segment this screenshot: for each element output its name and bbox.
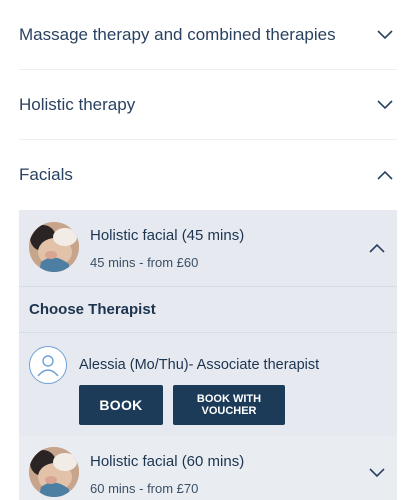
chevron-down-icon xyxy=(375,25,395,45)
service-holistic-facial-45[interactable]: Holistic facial (45 mins) 45 mins - from… xyxy=(19,210,397,287)
chevron-down-icon[interactable] xyxy=(367,463,387,483)
therapist-name: Alessia (Mo/Thu)- Associate therapist xyxy=(79,357,320,373)
category-facials[interactable]: Facials xyxy=(19,140,397,210)
service-holistic-facial-60[interactable]: Holistic facial (60 mins) 60 mins - from… xyxy=(19,436,397,500)
therapist-card: Alessia (Mo/Thu)- Associate therapist BO… xyxy=(19,333,397,436)
category-label: Massage therapy and combined therapies xyxy=(19,24,336,44)
service-duration-price: 45 mins - from £60 xyxy=(90,255,199,270)
service-duration-price: 60 mins - from £70 xyxy=(90,481,199,496)
service-photo xyxy=(29,222,79,272)
category-massage-therapy[interactable]: Massage therapy and combined therapies xyxy=(19,0,397,70)
chevron-up-icon xyxy=(375,165,395,185)
service-photo xyxy=(29,447,79,497)
user-avatar-icon xyxy=(29,346,67,384)
chevron-down-icon xyxy=(375,95,395,115)
choose-therapist-title: Choose Therapist xyxy=(29,301,156,318)
category-label: Holistic therapy xyxy=(19,94,136,114)
book-with-voucher-button[interactable]: BOOK WITH VOUCHER xyxy=(173,385,285,425)
category-label: Facials xyxy=(19,165,73,184)
chevron-up-icon[interactable] xyxy=(367,238,387,258)
category-holistic-therapy[interactable]: Holistic therapy xyxy=(19,70,397,140)
service-title: Holistic facial (60 mins) xyxy=(90,453,245,470)
book-button[interactable]: BOOK xyxy=(79,385,163,425)
service-title: Holistic facial (45 mins) xyxy=(90,227,245,244)
choose-therapist-header: Choose Therapist xyxy=(19,287,397,333)
